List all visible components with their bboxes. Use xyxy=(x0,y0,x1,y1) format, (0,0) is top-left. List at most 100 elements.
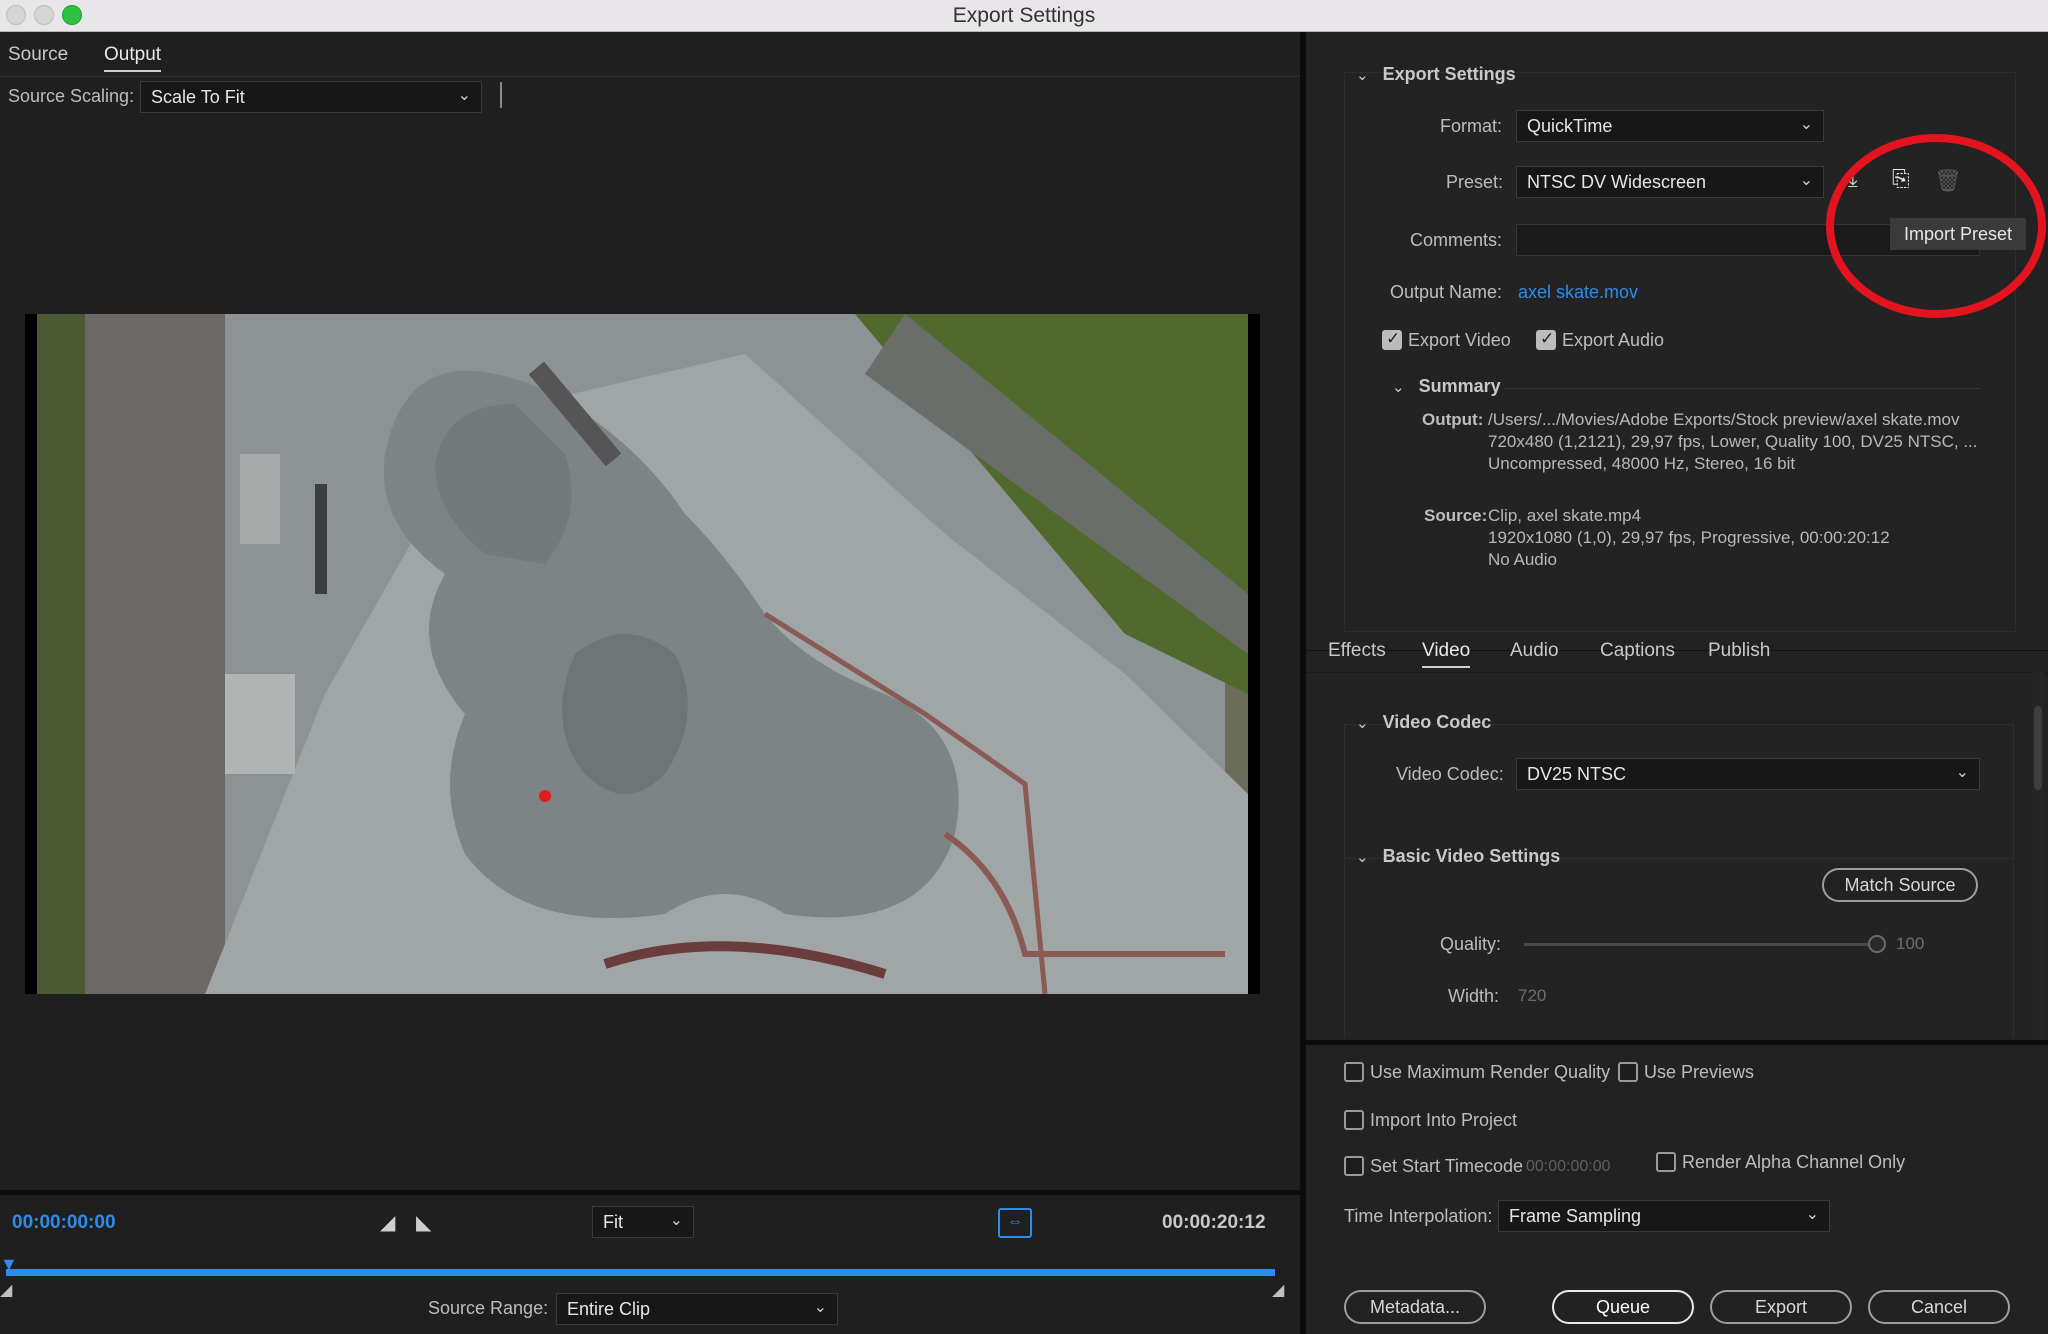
summary-source-label: Source: xyxy=(1424,506,1488,525)
tab-publish[interactable]: Publish xyxy=(1708,640,1770,662)
render-alpha-only-label: Render Alpha Channel Only xyxy=(1682,1152,1906,1172)
summary-source-line: Clip, axel skate.mp4 xyxy=(1488,506,1642,525)
export-video-label: Export Video xyxy=(1408,330,1511,350)
tab-video[interactable]: Video xyxy=(1422,640,1471,668)
scrollbar-thumb[interactable] xyxy=(2034,706,2042,790)
metadata-button[interactable]: Metadata... xyxy=(1344,1290,1486,1324)
preset-dropdown[interactable]: NTSC DV Widescreen ⌄ xyxy=(1516,166,1824,198)
basic-video-settings-title: Basic Video Settings xyxy=(1382,846,1561,866)
summary-output-line: 720x480 (1,2121), 29,97 fps, Lower, Qual… xyxy=(1488,432,1978,451)
summary-output-line: Uncompressed, 48000 Hz, Stereo, 16 bit xyxy=(1488,454,1796,473)
export-settings-header[interactable]: ⌄ Export Settings xyxy=(1356,64,1516,85)
export-video-checkbox[interactable] xyxy=(1382,329,1402,350)
set-source-range-icon[interactable]: ⇔ xyxy=(998,1208,1032,1238)
summary-source-line: No Audio xyxy=(1488,550,1557,569)
render-alpha-only-checkbox[interactable] xyxy=(1656,1152,1676,1172)
bottom-divider xyxy=(1306,1040,2048,1045)
use-previews-checkbox[interactable] xyxy=(1618,1062,1638,1082)
width-value[interactable]: 720 xyxy=(1518,986,1546,1006)
mark-out-icon[interactable]: ◣ xyxy=(416,1210,431,1235)
source-range-label: Source Range: xyxy=(428,1298,549,1318)
quality-value[interactable]: 100 xyxy=(1896,934,1924,954)
tab-captions[interactable]: Captions xyxy=(1600,640,1675,662)
chevron-down-icon: ⌄ xyxy=(813,1299,827,1316)
width-label: Width: xyxy=(1448,986,1500,1006)
import-into-project-label: Import Into Project xyxy=(1370,1110,1518,1130)
video-codec-value: DV25 NTSC xyxy=(1527,764,1627,784)
set-start-timecode-checkbox[interactable] xyxy=(1344,1156,1364,1176)
format-value: QuickTime xyxy=(1527,116,1613,136)
cancel-button[interactable]: Cancel xyxy=(1868,1290,2010,1324)
chevron-down-icon: ⌄ xyxy=(1392,379,1405,396)
video-frame-image xyxy=(37,314,1248,994)
time-interpolation-dropdown[interactable]: Frame Sampling ⌄ xyxy=(1498,1200,1830,1232)
queue-button[interactable]: Queue xyxy=(1552,1290,1694,1324)
summary-output-line: /Users/.../Movies/Adobe Exports/Stock pr… xyxy=(1488,410,1960,429)
max-render-quality-label: Use Maximum Render Quality xyxy=(1370,1062,1611,1082)
out-point-handle-icon[interactable]: ◢ xyxy=(1272,1280,1284,1300)
preview-panel: Source Output Source Scaling: Scale To F… xyxy=(0,32,1300,1334)
preset-label: Preset: xyxy=(1446,172,1504,192)
max-render-quality-checkbox[interactable] xyxy=(1344,1062,1364,1082)
tab-effects[interactable]: Effects xyxy=(1328,640,1386,662)
current-timecode[interactable]: 00:00:00:00 xyxy=(12,1212,116,1234)
in-point-handle-icon[interactable]: ◢ xyxy=(0,1280,12,1300)
summary-header[interactable]: ⌄ Summary xyxy=(1392,376,1501,397)
chevron-down-icon: ⌄ xyxy=(1955,764,1969,781)
highlight-annotation-circle xyxy=(1826,134,2046,318)
chevron-down-icon: ⌄ xyxy=(1356,715,1369,732)
video-codec-header[interactable]: ⌄ Video Codec xyxy=(1356,712,1491,733)
chevron-down-icon: ⌄ xyxy=(669,1212,683,1229)
tabs-bottom-divider xyxy=(1306,672,2048,673)
video-codec-section xyxy=(1344,724,2014,864)
preset-value: NTSC DV Widescreen xyxy=(1527,172,1707,192)
video-codec-label: Video Codec: xyxy=(1396,764,1504,784)
video-codec-title: Video Codec xyxy=(1382,712,1492,732)
settings-panel: ⌄ Export Settings Format: QuickTime ⌄ Pre… xyxy=(1306,32,2048,1334)
output-name-label: Output Name: xyxy=(1390,282,1503,302)
chevron-down-icon: ⌄ xyxy=(1799,172,1813,189)
zoom-level-dropdown[interactable]: Fit ⌄ xyxy=(592,1206,694,1238)
set-start-timecode-label: Set Start Timecode xyxy=(1370,1156,1524,1176)
match-source-button[interactable]: Match Source xyxy=(1822,868,1978,902)
tab-source[interactable]: Source xyxy=(8,44,68,66)
timeline-range-bar[interactable] xyxy=(6,1269,1275,1276)
tabs-top-divider xyxy=(1306,650,2048,651)
format-dropdown[interactable]: QuickTime ⌄ xyxy=(1516,110,1824,142)
playhead-icon[interactable]: ▼ xyxy=(0,1254,18,1275)
zoom-level-value: Fit xyxy=(603,1212,623,1232)
source-range-dropdown[interactable]: Entire Clip ⌄ xyxy=(556,1293,838,1325)
use-previews-label: Use Previews xyxy=(1644,1062,1755,1082)
timeline-divider xyxy=(0,1190,1300,1195)
format-label: Format: xyxy=(1440,116,1503,136)
export-audio-checkbox[interactable] xyxy=(1536,329,1556,350)
video-preview xyxy=(25,314,1260,994)
source-scaling-label: Source Scaling: xyxy=(8,86,135,106)
mark-in-icon[interactable]: ◢ xyxy=(380,1210,395,1235)
tab-audio[interactable]: Audio xyxy=(1510,640,1559,662)
end-timecode: 00:00:20:12 xyxy=(1162,1212,1266,1233)
comments-label: Comments: xyxy=(1410,230,1503,250)
summary-source-line: 1920x1080 (1,0), 29,97 fps, Progressive,… xyxy=(1488,528,1890,547)
summary-title: Summary xyxy=(1418,376,1501,396)
toolbar-separator xyxy=(500,82,502,108)
import-into-project-checkbox[interactable] xyxy=(1344,1110,1364,1130)
output-name-link[interactable]: axel skate.mov xyxy=(1518,282,1638,303)
chevron-down-icon: ⌄ xyxy=(1805,1206,1819,1223)
summary-output-label: Output: xyxy=(1422,410,1484,429)
basic-video-settings-header[interactable]: ⌄ Basic Video Settings xyxy=(1356,846,1560,867)
start-timecode-value[interactable]: 00:00:00:00 xyxy=(1526,1158,1611,1176)
video-codec-dropdown[interactable]: DV25 NTSC ⌄ xyxy=(1516,758,1980,790)
chevron-down-icon: ⌄ xyxy=(1356,67,1369,84)
chevron-down-icon: ⌄ xyxy=(1799,116,1813,133)
chevron-down-icon: ⌄ xyxy=(457,87,471,104)
export-button[interactable]: Export xyxy=(1710,1290,1852,1324)
title-bar: Export Settings xyxy=(0,0,2048,32)
quality-slider-track[interactable] xyxy=(1524,943,1868,946)
source-scaling-dropdown[interactable]: Scale To Fit ⌄ xyxy=(140,81,482,113)
quality-slider-thumb[interactable] xyxy=(1868,935,1886,953)
tab-divider xyxy=(0,76,1300,77)
settings-scrollbar[interactable] xyxy=(2032,672,2044,1042)
export-settings-title: Export Settings xyxy=(1382,64,1516,84)
tab-output[interactable]: Output xyxy=(104,44,162,72)
